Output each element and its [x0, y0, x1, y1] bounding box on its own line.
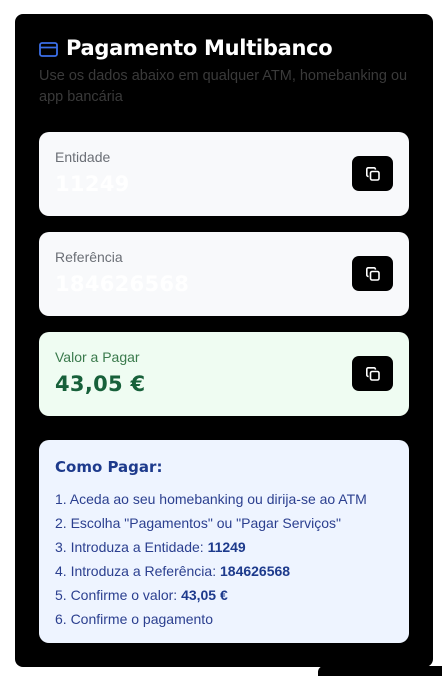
reference-field: Referência 184626568 [39, 232, 409, 316]
amount-field: Valor a Pagar 43,05 € [39, 332, 409, 416]
step-5-amount: 43,05 € [181, 587, 228, 603]
reference-label: Referência [55, 249, 123, 265]
how-to-pay-box: Como Pagar: 1. Aceda ao seu homebanking … [39, 440, 409, 643]
corner-tab [318, 666, 442, 676]
copy-reference-button[interactable] [352, 256, 393, 291]
page-subtitle: Use os dados abaixo em qualquer ATM, hom… [39, 68, 408, 105]
how-to-pay-title: Como Pagar: [55, 458, 163, 476]
step-1: 1. Aceda ao seu homebanking ou dirija-se… [55, 491, 367, 507]
panel-header: Pagamento Multibanco Use os dados abaixo… [39, 36, 419, 108]
entity-label: Entidade [55, 149, 111, 165]
amount-label: Valor a Pagar [55, 349, 140, 365]
copy-amount-button[interactable] [352, 356, 393, 391]
copy-entity-button[interactable] [352, 156, 393, 191]
title-row: Pagamento Multibanco [39, 36, 419, 60]
copy-icon [365, 266, 380, 281]
entity-field: Entidade 11249 [39, 132, 409, 216]
copy-icon [365, 166, 380, 181]
step-2: 2. Escolha "Pagamentos" ou "Pagar Serviç… [55, 515, 342, 531]
entity-value[interactable]: 11249 [55, 172, 130, 196]
credit-card-icon [39, 41, 58, 57]
step-4-reference: 184626568 [220, 563, 291, 579]
multibanco-payment-panel: Pagamento Multibanco Use os dados abaixo… [15, 14, 433, 667]
step-5: 5. Confirme o valor: 43,05 € [55, 587, 228, 603]
step-3: 3. Introduza a Entidade: 11249 [55, 539, 246, 555]
step-6: 6. Confirme o pagamento [55, 611, 213, 627]
copy-icon [365, 366, 380, 381]
reference-value[interactable]: 184626568 [55, 272, 189, 296]
amount-value[interactable]: 43,05 € [55, 372, 145, 396]
page-title: Pagamento Multibanco [66, 36, 333, 60]
step-3-entity: 11249 [207, 539, 246, 555]
step-4: 4. Introduza a Referência: 184626568 [55, 563, 291, 579]
